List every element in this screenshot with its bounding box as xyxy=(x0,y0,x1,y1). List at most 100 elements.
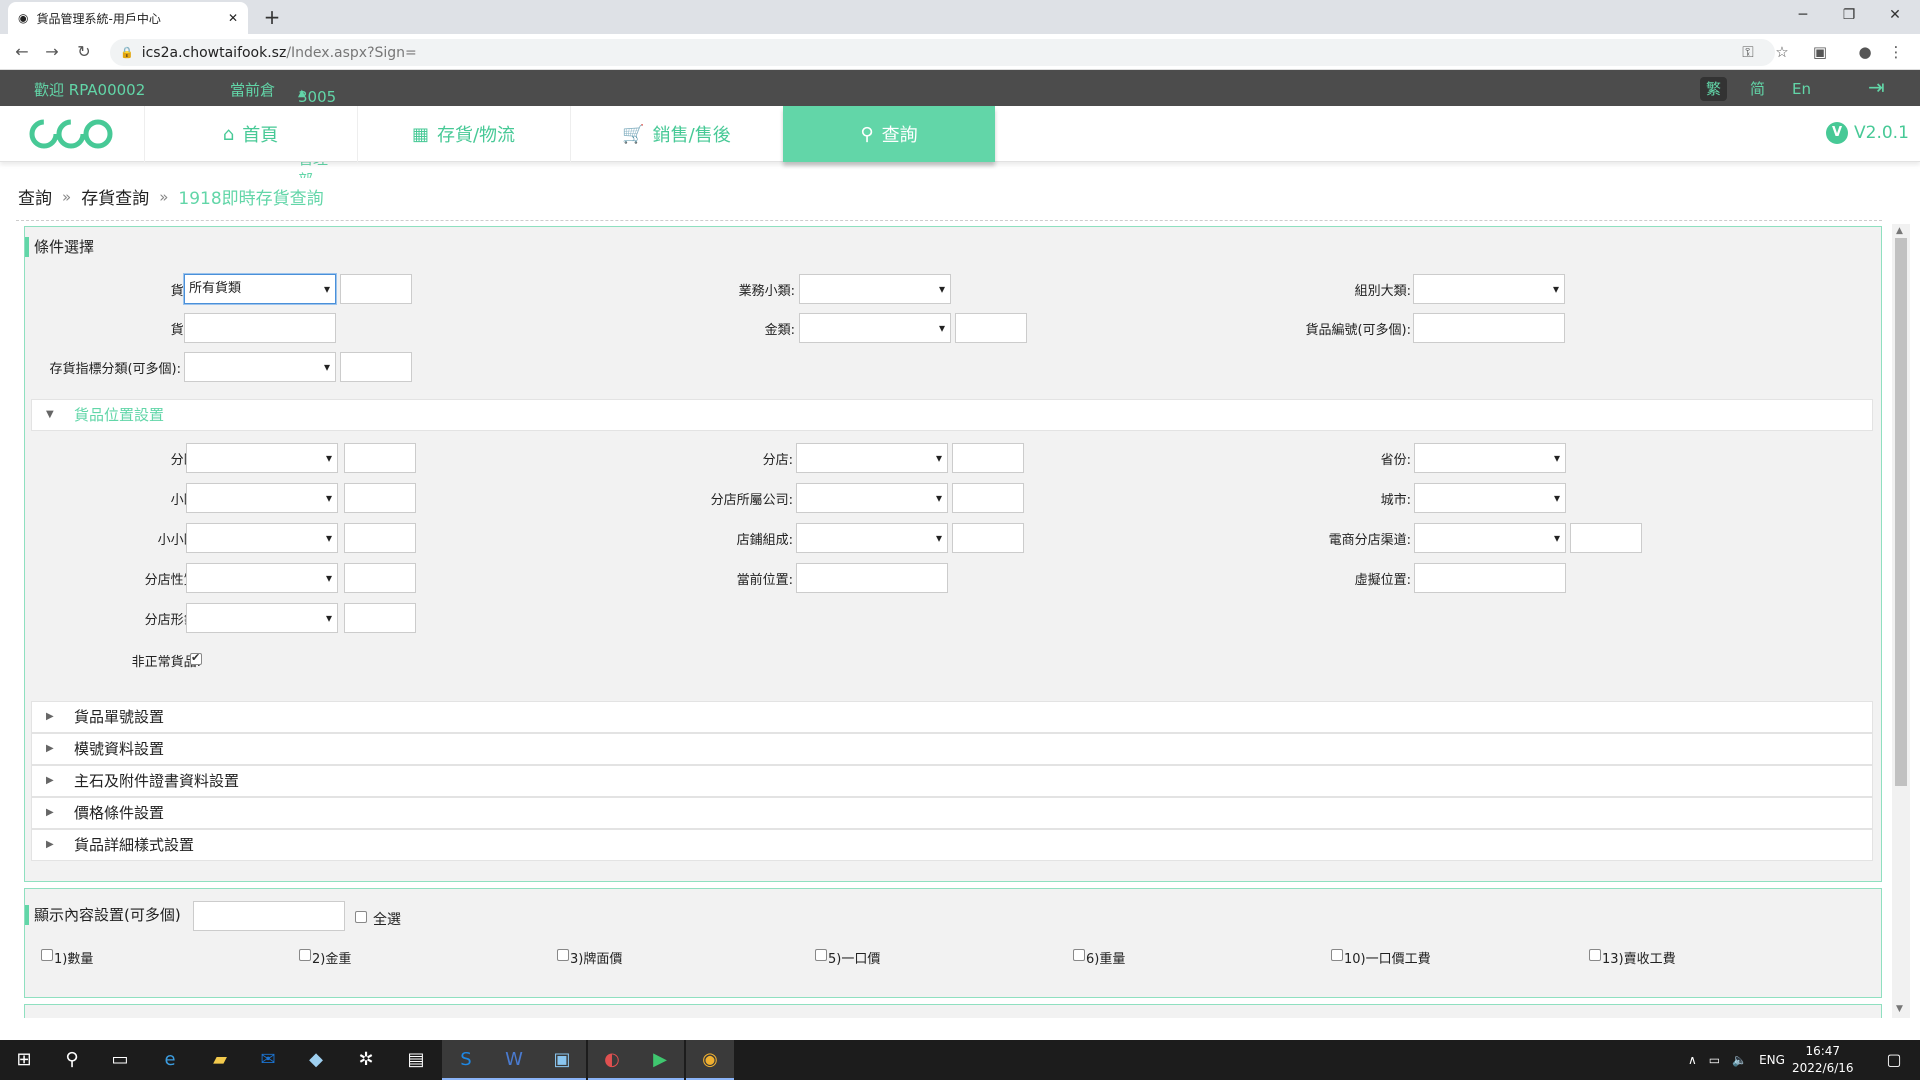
gold-type-input[interactable] xyxy=(955,313,1027,343)
branch-company-select[interactable] xyxy=(796,483,948,513)
city-select[interactable] xyxy=(1414,483,1566,513)
player-icon[interactable]: ▶ xyxy=(636,1040,684,1080)
branch-image-select[interactable] xyxy=(186,603,338,633)
app-icon[interactable]: ◐ xyxy=(588,1040,636,1080)
branch-select[interactable] xyxy=(796,443,948,473)
breadcrumb-query[interactable]: 查詢 xyxy=(18,184,52,209)
group-major-select[interactable] xyxy=(1413,274,1565,304)
district-input[interactable] xyxy=(344,443,416,473)
goods-type-input[interactable] xyxy=(340,274,412,304)
display-input[interactable] xyxy=(193,901,345,931)
accordion-location[interactable]: ▼ 貨品位置設置 xyxy=(31,399,1873,431)
branch-input[interactable] xyxy=(952,443,1024,473)
branch-nature-input[interactable] xyxy=(344,563,416,593)
accordion-model-no[interactable]: ▶ 模號資料設置 xyxy=(31,733,1873,765)
profile-icon[interactable]: ● xyxy=(1853,40,1877,64)
search-icon[interactable]: ⚲ xyxy=(48,1040,96,1080)
goods-group-input[interactable] xyxy=(184,313,336,343)
option-checkbox-fixed-price[interactable] xyxy=(815,949,827,961)
chevron-up-icon[interactable]: ∧ xyxy=(1688,1053,1697,1067)
input-language[interactable]: ENG xyxy=(1759,1053,1785,1067)
s-app-icon[interactable]: S xyxy=(442,1040,490,1080)
breadcrumb-stock-query[interactable]: 存貨查詢 xyxy=(81,184,149,209)
new-tab-button[interactable]: + xyxy=(260,6,284,30)
browser-tab[interactable]: ◉ 貨品管理系統-用戶中心 ✕ xyxy=(8,2,248,34)
app-icon[interactable]: ◆ xyxy=(292,1040,340,1080)
business-sub-select[interactable] xyxy=(799,274,951,304)
close-window-icon[interactable]: ✕ xyxy=(1872,0,1918,30)
forward-icon[interactable]: → xyxy=(40,40,64,64)
nav-home[interactable]: ⌂ 首頁 xyxy=(144,106,356,162)
virtual-location-input[interactable] xyxy=(1414,563,1566,593)
tiny-district-select[interactable] xyxy=(186,523,338,553)
outlook-icon[interactable]: ✉ xyxy=(244,1040,292,1080)
ecom-channel-select[interactable] xyxy=(1414,523,1566,553)
address-bar[interactable]: 🔒 ics2a.chowtaifook.sz/Index.aspx?Sign= xyxy=(110,39,1775,66)
province-select[interactable] xyxy=(1414,443,1566,473)
chrome-icon[interactable]: ◉ xyxy=(686,1040,734,1080)
nav-sales[interactable]: 🛒 銷售/售後 xyxy=(570,106,782,162)
task-view-icon[interactable]: ▭ xyxy=(96,1040,144,1080)
current-location-label: 當前位置: xyxy=(736,573,793,588)
district-select[interactable] xyxy=(186,443,338,473)
network-icon[interactable]: ▭ xyxy=(1709,1053,1720,1067)
lang-simplified[interactable]: 简 xyxy=(1744,77,1771,101)
windows-start-icon[interactable]: ⊞ xyxy=(0,1040,48,1080)
accordion-order-no[interactable]: ▶ 貨品單號設置 xyxy=(31,701,1873,733)
menu-icon[interactable]: ⋮ xyxy=(1884,40,1908,64)
notification-icon[interactable]: ▢ xyxy=(1870,1040,1918,1080)
goods-no-input[interactable] xyxy=(1413,313,1565,343)
accordion-style[interactable]: ▶ 貨品詳細樣式設置 xyxy=(31,829,1873,861)
logout-icon[interactable]: ⇥ xyxy=(1868,76,1892,100)
province-label: 省份: xyxy=(1380,453,1411,468)
small-district-select[interactable] xyxy=(186,483,338,513)
back-icon[interactable]: ← xyxy=(10,40,34,64)
app-icon[interactable]: ▤ xyxy=(392,1040,440,1080)
option-checkbox-weight[interactable] xyxy=(1073,949,1085,961)
clock[interactable]: 16:47 2022/6/16 xyxy=(1792,1043,1854,1077)
option-checkbox-gold-weight[interactable] xyxy=(299,949,311,961)
branch-nature-select[interactable] xyxy=(186,563,338,593)
ie-icon[interactable]: e xyxy=(146,1040,194,1080)
key-icon[interactable]: ⚿ xyxy=(1736,40,1760,64)
page-scrollbar[interactable]: ▲ ▼ xyxy=(1892,224,1910,1018)
close-tab-icon[interactable]: ✕ xyxy=(228,11,238,25)
reload-icon[interactable]: ↻ xyxy=(72,40,96,64)
goods-type-select[interactable]: 所有貨類 xyxy=(184,274,336,304)
shop-group-input[interactable] xyxy=(952,523,1024,553)
accordion-certificate[interactable]: ▶ 主石及附件證書資料設置 xyxy=(31,765,1873,797)
nav-query[interactable]: ⚲ 查詢 xyxy=(783,106,995,162)
branch-image-input[interactable] xyxy=(344,603,416,633)
accordion-price[interactable]: ▶ 價格條件設置 xyxy=(31,797,1873,829)
scrollbar-thumb[interactable] xyxy=(1895,238,1907,786)
stock-index-input[interactable] xyxy=(340,352,412,382)
branch-company-input[interactable] xyxy=(952,483,1024,513)
small-district-input[interactable] xyxy=(344,483,416,513)
network-app-icon[interactable]: ✲ xyxy=(342,1040,390,1080)
folder-icon[interactable]: ▰ xyxy=(196,1040,244,1080)
select-all-checkbox[interactable] xyxy=(355,911,367,923)
scroll-down-icon[interactable]: ▼ xyxy=(1896,1004,1906,1014)
minimize-icon[interactable]: ─ xyxy=(1780,0,1826,30)
ecom-channel-input[interactable] xyxy=(1570,523,1642,553)
scroll-up-icon[interactable]: ▲ xyxy=(1896,226,1906,236)
restore-icon[interactable]: ❐ xyxy=(1826,0,1872,30)
stock-index-select[interactable] xyxy=(184,352,336,382)
gold-type-select[interactable] xyxy=(799,313,951,343)
current-location-input[interactable] xyxy=(796,563,948,593)
option-checkbox-fixed-labor[interactable] xyxy=(1331,949,1343,961)
app-icon[interactable]: ▣ xyxy=(538,1040,586,1080)
tiny-district-input[interactable] xyxy=(344,523,416,553)
lang-english[interactable]: En xyxy=(1786,77,1817,101)
option-checkbox-sell-labor[interactable] xyxy=(1589,949,1601,961)
word-icon[interactable]: W xyxy=(490,1040,538,1080)
abnormal-goods-checkbox[interactable] xyxy=(190,651,202,665)
volume-icon[interactable]: 🔈 xyxy=(1732,1053,1747,1067)
extension-icon[interactable]: ▣ xyxy=(1808,40,1832,64)
star-icon[interactable]: ☆ xyxy=(1770,40,1794,64)
option-checkbox-tag-price[interactable] xyxy=(557,949,569,961)
option-checkbox-qty[interactable] xyxy=(41,949,53,961)
lang-traditional[interactable]: 繁 xyxy=(1700,77,1728,101)
shop-group-select[interactable] xyxy=(796,523,948,553)
nav-inventory[interactable]: ▦ 存貨/物流 xyxy=(357,106,569,162)
